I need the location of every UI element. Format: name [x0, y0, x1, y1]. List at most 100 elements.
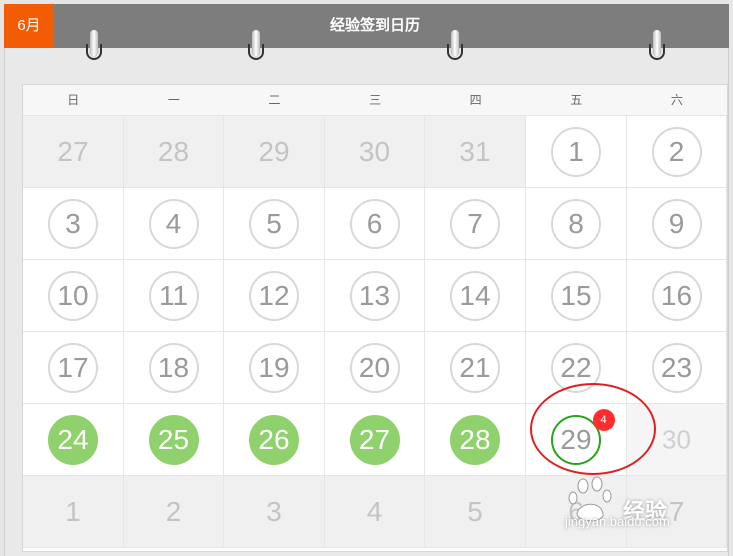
signed-day-circle[interactable]: 25	[148, 414, 199, 465]
calendar-day-cell: 31	[425, 116, 526, 188]
signed-day-circle[interactable]: 28	[450, 414, 500, 465]
calendar-day-cell[interactable]: 21	[425, 332, 526, 404]
day-number: 25	[157, 423, 190, 455]
day-circle[interactable]: 3	[48, 198, 98, 249]
calendar-day-cell: 2	[124, 476, 224, 548]
day-circle[interactable]: 15	[551, 270, 601, 321]
calendar-day-cell[interactable]: 5	[224, 188, 325, 260]
day-circle[interactable]: 5	[249, 198, 299, 249]
day-number: 4	[165, 207, 182, 239]
day-number: 23	[660, 351, 693, 383]
weekday-header: 日一二三四五六	[23, 85, 727, 116]
day-circle[interactable]: 21	[450, 342, 500, 393]
calendar-day-cell[interactable]: 9	[627, 188, 727, 260]
calendar-day-cell[interactable]: 25	[124, 404, 224, 476]
month-badge: 6月	[4, 4, 54, 48]
calendar-day-cell[interactable]: 11	[124, 260, 224, 332]
calendar-day-cell: 1	[23, 476, 124, 548]
calendar-day-cell[interactable]: 18	[124, 332, 224, 404]
calendar-day-cell[interactable]: 26	[224, 404, 325, 476]
day-number: 26	[258, 423, 290, 455]
day-number: 5	[266, 207, 282, 239]
day-circle[interactable]: 20	[349, 342, 400, 393]
day-circle[interactable]: 7	[450, 198, 500, 249]
day-number: 1	[568, 135, 584, 167]
weekday-label: 四	[469, 93, 482, 107]
day-circle[interactable]: 14	[450, 270, 500, 321]
calendar-day-cell[interactable]: 28	[425, 404, 526, 476]
day-number: 20	[358, 351, 391, 383]
calendar-day-cell[interactable]: 16	[627, 260, 727, 332]
day-number: 1	[65, 495, 81, 527]
weekday-label: 二	[268, 93, 281, 107]
day-circle[interactable]: 17	[48, 342, 98, 393]
day-number: 28	[459, 423, 491, 455]
day-number: 12	[258, 279, 290, 311]
day-circle[interactable]: 1	[551, 126, 601, 177]
day-number: 18	[157, 351, 190, 383]
day-circle[interactable]: 2	[651, 126, 702, 177]
day-circle[interactable]: 18	[148, 342, 199, 393]
day-number: 14	[459, 279, 491, 311]
day-number: 9	[668, 207, 685, 239]
weekday-label: 日	[67, 93, 80, 107]
day-number: 29	[258, 135, 290, 167]
day-number: 2	[668, 135, 685, 167]
calendar-day-cell[interactable]: 24	[23, 404, 124, 476]
day-number: 17	[57, 351, 89, 383]
calendar-day-cell[interactable]: 2	[627, 116, 727, 188]
day-number: 8	[568, 207, 584, 239]
calendar-day-cell[interactable]: 7	[425, 188, 526, 260]
day-circle[interactable]: 19	[249, 342, 299, 393]
calendar-day-cell[interactable]: 17	[23, 332, 124, 404]
calendar-day-cell[interactable]: 3	[23, 188, 124, 260]
day-circle[interactable]: 6	[349, 198, 400, 249]
signed-day-circle[interactable]: 27	[349, 414, 400, 465]
watermark: 经验 jingyan.baidu.com	[565, 476, 730, 530]
calendar-day-cell[interactable]: 6	[325, 188, 425, 260]
calendar-day-cell[interactable]: 20	[325, 332, 425, 404]
calendar-day-cell: 28	[124, 116, 224, 188]
calendar-day-cell[interactable]: 12	[224, 260, 325, 332]
calendar-day-cell[interactable]: 19	[224, 332, 325, 404]
day-number: 31	[459, 135, 491, 167]
day-number: 16	[660, 279, 693, 311]
calendar-day-cell[interactable]: 23	[627, 332, 727, 404]
calendar-day-cell: 27	[23, 116, 124, 188]
day-circle[interactable]: 23	[651, 342, 702, 393]
day-circle[interactable]: 4	[148, 198, 199, 249]
calendar-day-cell[interactable]: 1	[526, 116, 627, 188]
signed-day-circle[interactable]: 26	[249, 414, 299, 465]
calendar-day-cell: 30	[325, 116, 425, 188]
day-circle[interactable]: 16	[651, 270, 702, 321]
calendar-day-cell[interactable]: 8	[526, 188, 627, 260]
calendar-day-cell[interactable]: 15	[526, 260, 627, 332]
weekday-label: 一	[167, 93, 180, 107]
calendar-day-cell[interactable]: 13	[325, 260, 425, 332]
day-number: 3	[266, 495, 282, 527]
day-number: 27	[358, 423, 391, 455]
day-circle[interactable]: 10	[48, 270, 98, 321]
day-number: 15	[560, 279, 592, 311]
binder-ring-icon	[447, 30, 463, 60]
day-circle[interactable]: 13	[349, 270, 400, 321]
day-circle[interactable]: 11	[148, 270, 199, 321]
day-circle[interactable]: 12	[249, 270, 299, 321]
day-number: 2	[165, 495, 182, 527]
weekday-label: 三	[369, 93, 382, 107]
day-number: 24	[57, 423, 89, 455]
day-number: 30	[358, 135, 391, 167]
binder-ring-icon	[248, 30, 264, 60]
calendar-day-cell[interactable]: 10	[23, 260, 124, 332]
calendar-day-cell: 4	[325, 476, 425, 548]
day-circle[interactable]: 8	[551, 198, 601, 249]
signed-day-circle[interactable]: 24	[48, 414, 98, 465]
day-circle[interactable]: 9	[651, 198, 702, 249]
day-number: 13	[358, 279, 391, 311]
weekday-label: 五	[570, 93, 583, 107]
day-number: 4	[366, 495, 383, 527]
calendar-day-cell[interactable]: 4	[124, 188, 224, 260]
weekday-label: 六	[670, 93, 683, 107]
calendar-day-cell[interactable]: 27	[325, 404, 425, 476]
calendar-day-cell[interactable]: 14	[425, 260, 526, 332]
